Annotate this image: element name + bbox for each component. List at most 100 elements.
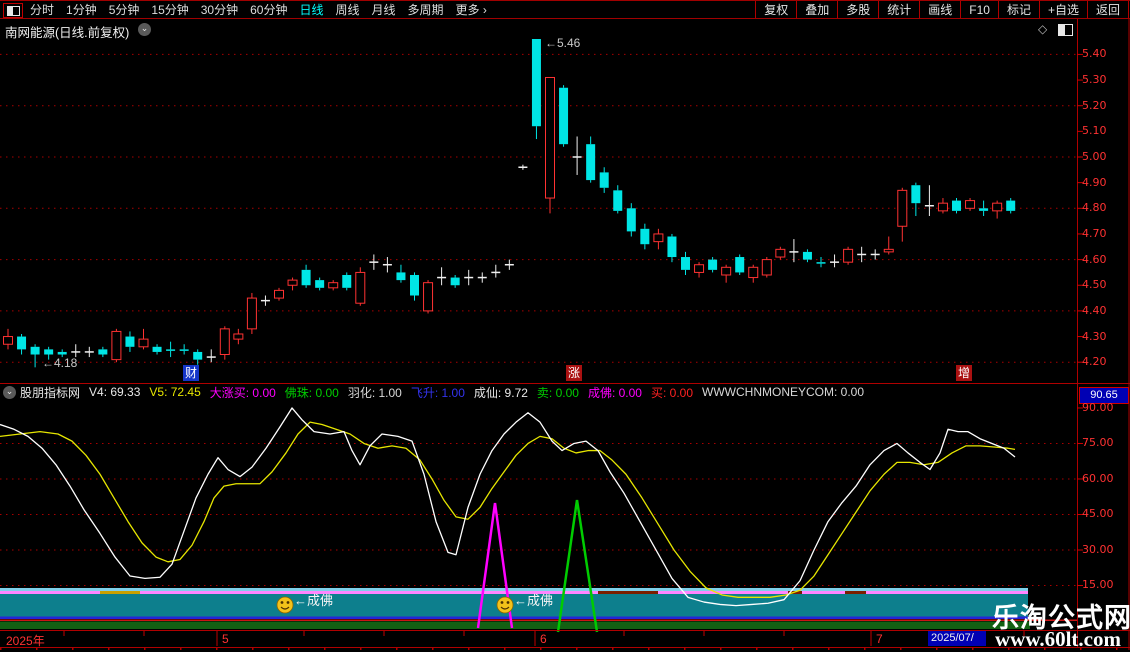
tool-menu-item-5[interactable]: F10 [960,1,998,18]
pink-line-segment-0 [100,591,140,594]
candle-down-13 [180,349,189,351]
tool-menu-item-8[interactable]: 返回 [1087,1,1129,18]
candle-down-23 [315,280,324,288]
watermark-url: www.60lt.com [995,627,1121,652]
period-menu-item-6[interactable]: 日线 [299,1,323,18]
indicator-value-1: V4: 69.33 [89,385,140,399]
period-menu-item-8[interactable]: 月线 [372,1,396,18]
candle-down-22 [302,270,311,285]
tool-menu-item-4[interactable]: 画线 [919,1,960,18]
indicator-value-6: 飞升: 1.00 [411,384,465,400]
price-label-5.30: 5.30 [1082,73,1124,86]
indicator-value-4: 佛珠: 0.00 [285,384,339,400]
indicator-value-10: 买: 0.00 [651,384,693,400]
tool-menu-item-0[interactable]: 复权 [755,1,796,18]
indicator-value-11: WWWCHNMONEYCOM: 0.00 [702,385,864,399]
pink-line-segment-1 [598,591,658,594]
chevron-down-icon[interactable]: ⌄ [138,23,151,36]
dark-green-band [0,622,1030,630]
smiley-eye [501,601,504,604]
candle-down-60 [817,262,826,264]
candle-up-69 [938,203,947,211]
price-label-5.20: 5.20 [1082,99,1124,112]
candle-down-4 [58,352,67,355]
candle-up-48 [654,234,663,242]
candle-up-65 [884,249,893,252]
period-menu-item-2[interactable]: 5分钟 [109,1,140,18]
candle-down-46 [627,208,636,231]
tool-menu-item-7[interactable]: +自选 [1039,1,1087,18]
candle-up-40 [546,77,555,198]
indicator-header: 股朋指标网V4: 69.33V5: 72.45大涨买: 0.00佛珠: 0.00… [0,384,1076,400]
candle-down-7 [98,349,107,354]
indicator-label-60: 60.00 [1082,472,1124,485]
candle-up-10 [139,339,148,347]
period-menu-item-10[interactable]: 更多 › [456,1,487,18]
indicator-value-7: 成仙: 9.72 [474,384,528,400]
indicator-value-0: 股朋指标网 [20,384,80,400]
candle-down-43 [586,144,595,180]
candle-up-0 [4,337,13,345]
candle-down-2 [31,347,40,355]
period-menu-item-0[interactable]: 分时 [30,1,54,18]
candle-up-55 [749,267,758,277]
stock-title[interactable]: 南网能源(日线.前复权) [5,22,129,41]
candle-down-12 [166,349,175,351]
candle-down-9 [125,337,134,347]
year-label: 2025年 [6,632,45,649]
candle-up-62 [844,249,853,262]
v5-line [0,422,1015,597]
candle-down-3 [44,349,53,354]
tool-menu-item-6[interactable]: 标记 [998,1,1039,18]
month-label-7: 7 [876,632,883,646]
period-menu-item-3[interactable]: 15分钟 [151,1,188,18]
event-marker-2: 增 [956,365,972,381]
window-icon[interactable] [1058,24,1073,36]
tool-menu-item-2[interactable]: 多股 [837,1,878,18]
tool-menu-item-3[interactable]: 统计 [878,1,919,18]
pink-line-segment-3 [845,591,866,594]
candle-down-1 [17,337,26,350]
chart-canvas[interactable] [0,0,1130,650]
candle-up-21 [288,280,297,285]
candle-down-14 [193,352,202,360]
indicator-label-45: 45.00 [1082,507,1124,520]
price-label-4.70: 4.70 [1082,227,1124,240]
tool-menu-item-1[interactable]: 叠加 [796,1,837,18]
candle-up-17 [234,334,243,339]
indicator-label-30: 30.00 [1082,543,1124,556]
candle-up-24 [329,283,338,288]
candle-up-73 [993,203,1002,211]
candle-up-57 [776,249,785,257]
candle-down-70 [952,201,961,211]
price-label-5.10: 5.10 [1082,124,1124,137]
indicator-chevron-icon[interactable]: ⌄ [3,386,16,399]
candle-down-33 [451,278,460,286]
price-annotation-1: ←4.18 [42,356,77,370]
price-label-4.80: 4.80 [1082,201,1124,214]
candle-up-71 [966,201,975,209]
candle-up-31 [424,283,433,311]
indicator-label-15: 15.00 [1082,578,1124,591]
period-menu: 分时 1分钟 5分钟 15分钟 30分钟 60分钟日线周线月线多周期更多 › [30,1,487,18]
candle-down-59 [803,252,812,260]
period-menu-item-4[interactable]: 30分钟 [201,1,238,18]
layout-button[interactable] [3,3,23,18]
price-label-4.50: 4.50 [1082,278,1124,291]
candle-down-52 [708,260,717,270]
smiley-eye [281,601,284,604]
candle-down-29 [396,272,405,280]
indicator-value-8: 卖: 0.00 [537,384,579,400]
candle-up-26 [356,272,365,303]
blue-line [0,617,1028,620]
tool-menu: 复权叠加多股统计画线F10标记+自选返回 [755,1,1129,18]
candle-down-44 [600,172,609,187]
v4-line [0,408,1015,606]
period-menu-item-9[interactable]: 多周期 [408,1,444,18]
period-menu-item-1[interactable]: 1分钟 [66,1,97,18]
diamond-icon[interactable]: ◇ [1038,22,1047,36]
period-menu-item-5[interactable]: 60分钟 [250,1,287,18]
period-menu-item-7[interactable]: 周线 [335,1,359,18]
smiley-eye [287,601,290,604]
candle-down-67 [911,185,920,203]
